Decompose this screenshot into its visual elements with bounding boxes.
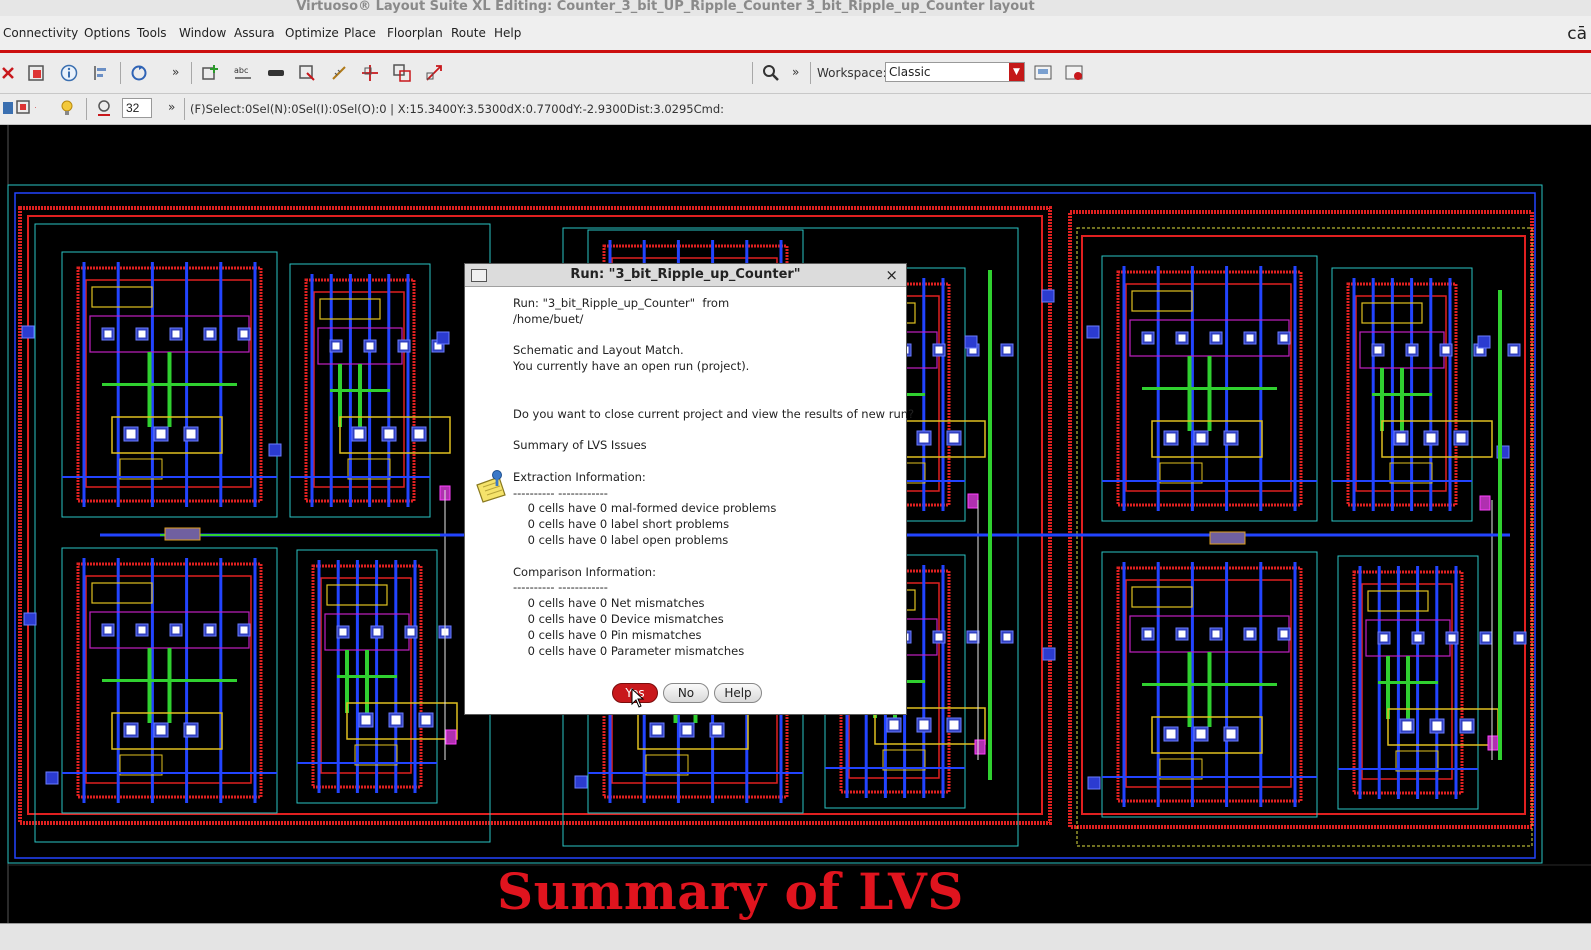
menu-connectivity[interactable]: Connectivity	[3, 26, 78, 40]
menu-floorplan[interactable]: Floorplan	[387, 26, 443, 40]
stretch-icon[interactable]	[424, 63, 444, 83]
toolbar-overflow-button-2[interactable]: »	[792, 65, 799, 79]
lvs-summary-caption: Summary of LVS	[497, 862, 964, 921]
refresh-icon[interactable]	[129, 63, 149, 83]
menu-place[interactable]: Place	[344, 26, 376, 40]
load-workspace-icon[interactable]	[1064, 63, 1084, 83]
menu-optimize[interactable]: Optimize	[285, 26, 339, 40]
menu-bar: Connectivity Options Tools Window Assura…	[0, 16, 1591, 53]
create-label-icon[interactable]: abc	[233, 63, 253, 83]
hierarchy-icon[interactable]	[26, 63, 46, 83]
workspace-value: Classic	[889, 65, 931, 79]
workspace-select[interactable]: Classic ▼	[885, 62, 1025, 82]
menu-tools[interactable]: Tools	[137, 26, 167, 40]
svg-text:abc: abc	[234, 66, 248, 75]
move-icon[interactable]	[360, 63, 380, 83]
create-wire-icon[interactable]	[266, 63, 286, 83]
close-icon[interactable]	[0, 63, 18, 83]
info-icon[interactable]	[59, 63, 79, 83]
toolbar-overflow-button-3[interactable]: »	[168, 100, 175, 114]
menu-help[interactable]: Help	[494, 26, 521, 40]
main-toolbar: » abc » Workspace: Classic ▼	[0, 53, 1591, 94]
menu-assura[interactable]: Assura	[234, 26, 275, 40]
dialog-title: Run: "3_bit_Ripple_up_Counter"	[570, 267, 801, 282]
zoom-level-input[interactable]	[122, 98, 152, 118]
note-icon	[473, 469, 509, 507]
run-dialog: Run: "3_bit_Ripple_up_Counter" × Run: "3…	[464, 263, 914, 715]
dialog-message: Run: "3_bit_Ripple_up_Counter" from /hom…	[513, 296, 915, 658]
dialog-title-bar[interactable]: Run: "3_bit_Ripple_up_Counter" ×	[465, 264, 906, 287]
help-button[interactable]: Help	[714, 683, 762, 703]
toolbar-overflow-button[interactable]: »	[172, 65, 179, 79]
close-icon[interactable]: ×	[885, 266, 898, 284]
workspace-label: Workspace:	[817, 66, 887, 80]
window-title-bar: Virtuoso® Layout Suite XL Editing: Count…	[0, 0, 1591, 16]
menu-route[interactable]: Route	[451, 26, 486, 40]
mouse-pointer-icon	[631, 687, 645, 712]
window-title: Virtuoso® Layout Suite XL Editing: Count…	[296, 0, 1035, 14]
search-icon[interactable]	[761, 63, 781, 83]
selection-filter-icon[interactable]	[16, 98, 36, 118]
save-workspace-icon[interactable]	[1033, 63, 1053, 83]
status-readout: (F)Select:0Sel(N):0Sel(I):0Sel(O):0 | X:…	[190, 102, 725, 116]
status-toolbar: » (F)Select:0Sel(N):0Sel(I):0Sel(O):0 | …	[0, 94, 1591, 125]
copy-icon[interactable]	[392, 63, 412, 83]
align-icon[interactable]	[91, 63, 111, 83]
lightbulb-icon[interactable]	[57, 98, 77, 118]
menu-options[interactable]: Options	[84, 26, 130, 40]
ruler-icon[interactable]	[329, 63, 349, 83]
create-instance-icon[interactable]	[200, 63, 220, 83]
create-shape-icon[interactable]	[297, 63, 317, 83]
display-options-icon[interactable]	[94, 98, 114, 118]
chevron-down-icon[interactable]: ▼	[1009, 63, 1024, 81]
no-button[interactable]: No	[663, 683, 709, 703]
cadence-logo: cā	[1567, 24, 1587, 44]
bottom-status-bar	[0, 923, 1591, 950]
menu-window[interactable]: Window	[179, 26, 226, 40]
